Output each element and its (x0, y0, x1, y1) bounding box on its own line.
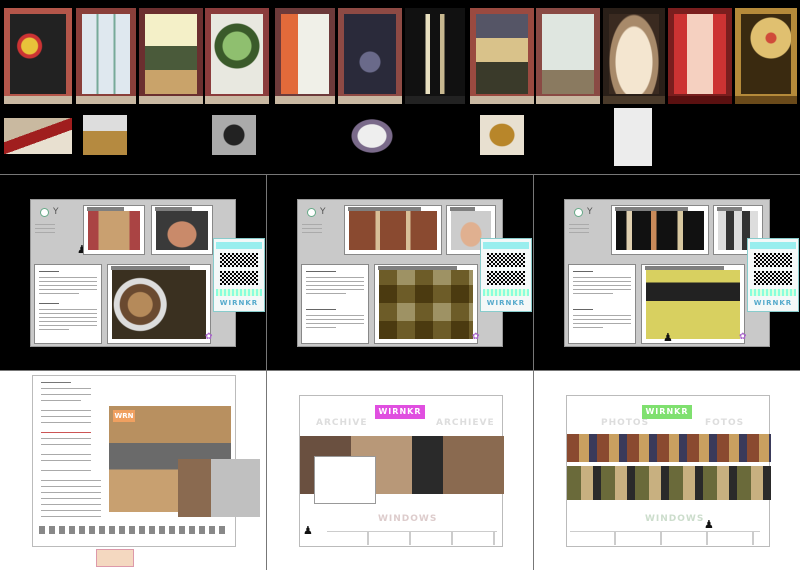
person-icon: ♟ (704, 518, 714, 531)
cocktail-glass-icon: Y (587, 207, 593, 217)
middle-panel-2: Y ✿ WIRNKR (267, 175, 533, 370)
settings-badge-icon[interactable]: ✿ (472, 332, 480, 343)
photo-tile-windows[interactable] (344, 205, 442, 255)
description-text (301, 264, 369, 344)
bottom-panel-left: WRN (0, 371, 266, 570)
description-text (568, 264, 636, 344)
text-column (37, 380, 103, 540)
object-photo-6[interactable] (614, 108, 652, 166)
ghost-label-left: PHOTOS (601, 418, 650, 428)
object-photo-5[interactable] (480, 115, 524, 155)
photo-grid-bottom[interactable] (567, 466, 771, 500)
site-title: WIRNKR (375, 405, 425, 419)
photo-tile-yellow-window[interactable] (641, 264, 745, 344)
app-window-1: Y ♟ ✿ (30, 199, 236, 347)
shop-window-photo-2[interactable] (76, 8, 136, 104)
object-photo-2[interactable] (83, 115, 127, 155)
middle-panel-3: Y ♟ ✿ WIRNKR (534, 175, 800, 370)
settings-badge-icon[interactable]: ✿ (205, 332, 213, 343)
footer-label: WINDOWS (378, 514, 438, 524)
ghost-label-right: ARCHIEVE (436, 418, 495, 428)
shop-window-photo-11[interactable] (668, 8, 732, 104)
bottom-panel-right: PHOTOS FOTOS WINDOWS WIRNKR ♟ (534, 371, 800, 570)
photo-tile-puzzle[interactable] (374, 264, 478, 344)
clock-icon (574, 208, 583, 217)
photo-tile-windows[interactable] (611, 205, 709, 255)
app-window-3: Y ♟ ✿ (564, 199, 770, 347)
shop-window-photo-10[interactable] (603, 8, 665, 104)
object-photo-3[interactable] (212, 115, 256, 155)
overlay-photo[interactable] (178, 459, 260, 517)
object-photo-4[interactable] (340, 110, 404, 162)
shop-window-photo-5[interactable] (275, 8, 335, 104)
app-window-2: Y ✿ (297, 199, 503, 347)
cocktail-glass-icon: Y (320, 207, 326, 217)
photo-tile-window[interactable] (83, 205, 145, 255)
shop-window-photo-8[interactable] (470, 8, 534, 104)
shop-window-photo-6[interactable] (338, 8, 402, 104)
top-photo-strip (0, 0, 800, 172)
ticker-panel-3[interactable]: WIRNKR (747, 238, 799, 312)
photo-tile-main[interactable] (107, 264, 211, 344)
shop-window-photo-9[interactable] (536, 8, 600, 104)
shop-window-photo-3[interactable] (139, 8, 203, 104)
ticker-panel-1[interactable]: WIRNKR (213, 238, 265, 312)
clock-icon (307, 208, 316, 217)
ticker-panel-2[interactable]: WIRNKR (480, 238, 532, 312)
shop-window-photo-7[interactable] (405, 8, 465, 104)
info-box (314, 456, 376, 504)
middle-panel-1: Y ♟ ✿ WIRNKR (0, 175, 266, 370)
shop-window-photo-12[interactable] (735, 8, 797, 104)
ghost-label-right: FOTOS (705, 418, 745, 428)
clock-icon (40, 208, 49, 217)
person-icon: ♟ (663, 331, 673, 344)
person-icon: ♟ (303, 524, 313, 537)
ghost-label-left: ARCHIVE (316, 418, 368, 428)
photo-tile-object[interactable] (151, 205, 213, 255)
cocktail-glass-icon: Y (53, 207, 59, 217)
description-text (34, 264, 102, 344)
shop-window-photo-4[interactable] (205, 8, 269, 104)
brand-badge: WRN (113, 410, 135, 422)
footer-links[interactable] (327, 531, 497, 545)
photo-grid-top[interactable] (567, 434, 771, 462)
settings-badge-icon[interactable]: ✿ (739, 332, 747, 343)
bottom-panel-center: ARCHIVE ARCHIEVE WINDOWS WIRNKR ♟ (267, 371, 533, 570)
site-title: WIRNKR (642, 405, 692, 419)
icon-row[interactable] (39, 526, 229, 534)
ticker-word: WIRNKR (219, 299, 259, 307)
shop-window-photo-1[interactable] (4, 8, 72, 104)
footer-box (96, 549, 134, 567)
footer-links[interactable] (570, 531, 760, 545)
object-photo-1[interactable] (4, 118, 72, 154)
ticker-word: WIRNKR (486, 299, 526, 307)
footer-label: WINDOWS (645, 514, 705, 524)
ticker-word: WIRNKR (753, 299, 793, 307)
